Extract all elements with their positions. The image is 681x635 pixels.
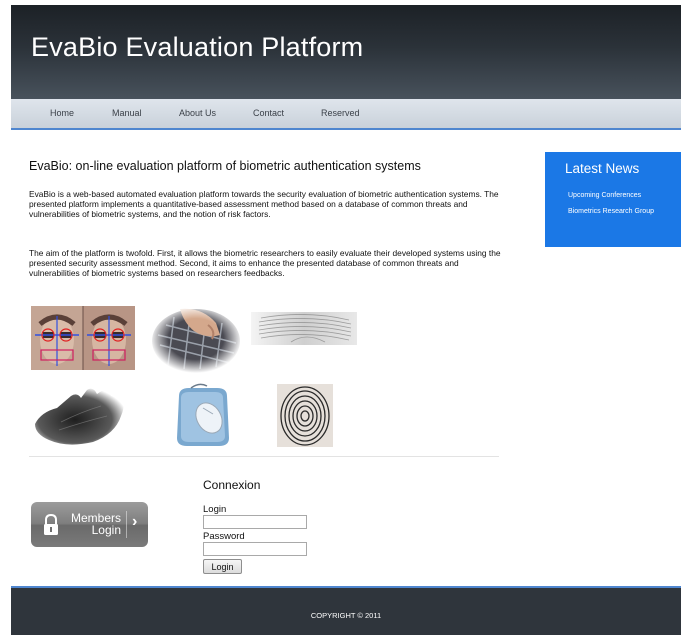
smart-card-mouse-image [169,382,236,450]
login-submit-button[interactable]: Login [203,559,242,574]
site-title: EvaBio Evaluation Platform [31,32,364,62]
intro-paragraph: EvaBio is a web-based automated evaluati… [29,189,499,219]
members-login-separator [126,511,127,538]
fingerprint-image [277,384,333,447]
aim-paragraph: The aim of the platform is twofold. Firs… [29,248,501,278]
news-link-biometrics-research-group[interactable]: Biometrics Research Group [568,208,654,215]
chevron-right-icon: › [132,513,138,530]
nav-reserved[interactable]: Reserved [321,108,360,118]
content-divider [29,456,499,457]
latest-news-panel: Latest News Upcoming Conferences Biometr… [545,152,681,247]
page-heading: EvaBio: on-line evaluation platform of b… [29,159,421,173]
page: EvaBio Evaluation Platform Home Manual A… [0,0,681,635]
members-login-label: Members Login [67,512,121,536]
site-header: EvaBio Evaluation Platform [11,5,681,99]
site-footer: COPYRIGHT © 2011 [11,588,681,635]
nav-about-us[interactable]: About Us [179,108,216,118]
login-input[interactable] [203,515,307,529]
news-link-upcoming-conferences[interactable]: Upcoming Conferences [568,192,641,199]
lock-icon [43,513,59,541]
copyright-text: COPYRIGHT © 2011 [310,611,382,620]
login-label: Login [203,504,227,515]
nav-contact[interactable]: Contact [253,108,284,118]
password-label: Password [203,531,245,542]
nav-manual[interactable]: Manual [112,108,142,118]
face-recognition-image [31,306,135,370]
keyboard-typing-image [150,305,242,373]
fingerprint-scan-image [251,312,357,345]
hand-xray-image [31,382,129,450]
connexion-title: Connexion [203,478,261,492]
password-input[interactable] [203,542,307,556]
latest-news-title: Latest News [565,161,640,176]
nav-home[interactable]: Home [50,108,74,118]
members-login-button[interactable]: Members Login › [31,502,148,547]
main-navigation: Home Manual About Us Contact Reserved [11,99,681,130]
members-login-line2: Login [91,523,121,537]
